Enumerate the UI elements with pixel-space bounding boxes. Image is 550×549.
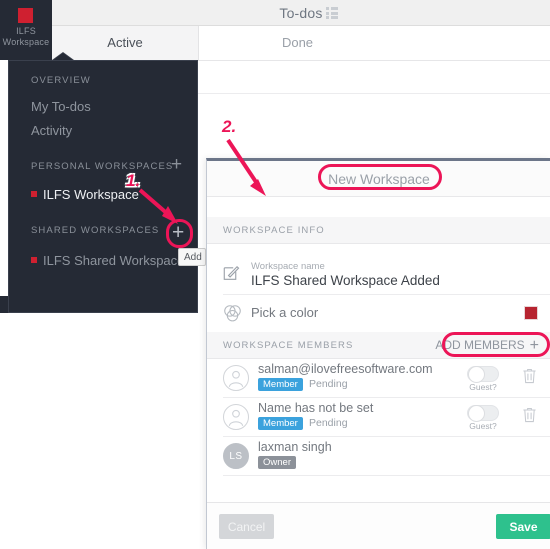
member-name: salman@ilovefreesoftware.com	[258, 362, 433, 376]
guest-toggle-label: Guest?	[469, 382, 497, 392]
annotation-marker-1: 1.	[126, 171, 141, 190]
sidebar-section-personal-workspaces: PERSONAL WORKSPACES	[31, 161, 174, 172]
status-badge: Owner	[258, 456, 296, 469]
section-header-members-text: WORKSPACE MEMBERS	[223, 340, 354, 351]
pick-color-label: Pick a color	[251, 305, 319, 320]
workspace-name-row[interactable]: Workspace name ILFS Shared Workspace Add…	[207, 256, 550, 295]
new-workspace-dialog: New Workspace WORKSPACE INFO Workspace n…	[206, 158, 550, 549]
table-row[interactable]: LS laxman singh Owner	[207, 437, 550, 475]
cancel-button[interactable]: Cancel	[219, 514, 274, 539]
add-members-label: Add Members	[435, 338, 525, 352]
sidebar-item-activity[interactable]: Activity	[31, 123, 72, 138]
avatar	[223, 404, 249, 430]
color-swatch[interactable]	[524, 306, 538, 320]
guest-toggle[interactable]	[467, 366, 499, 383]
sidebar-item-ilfs-workspace[interactable]: ILFS Workspace	[43, 187, 139, 202]
guest-toggle[interactable]	[467, 405, 499, 422]
workspace-logo-tile[interactable]: ILFS Workspace	[0, 0, 52, 60]
person-avatar-icon	[228, 409, 244, 426]
sidebar-section-overview: OVERVIEW	[31, 75, 91, 86]
app-header: To-dos	[52, 0, 550, 26]
edit-pencil-icon	[223, 265, 240, 280]
add-tooltip: Add	[178, 248, 206, 266]
person-avatar-icon	[228, 370, 244, 387]
dialog-header: New Workspace	[207, 161, 550, 197]
section-header-workspace-members: WORKSPACE MEMBERS Add Members +	[207, 332, 550, 359]
trash-icon[interactable]	[522, 368, 537, 384]
tab-done[interactable]: Done	[200, 26, 395, 60]
table-row[interactable]: Name has not be set Member Pending Guest…	[207, 398, 550, 436]
toggle-knob	[468, 405, 485, 422]
sidebar-section-shared-workspaces: SHARED WORKSPACES	[31, 225, 160, 236]
table-row[interactable]: salman@ilovefreesoftware.com Member Pend…	[207, 359, 550, 397]
add-personal-workspace-icon[interactable]: +	[171, 155, 182, 174]
status-badge: Member	[258, 378, 303, 391]
avatar	[223, 365, 249, 391]
workspace-logo-square	[18, 8, 33, 23]
tab-active[interactable]: Active	[52, 26, 199, 60]
screenshot-root: To-dos ILFS Workspace Active Done OVERVI…	[0, 0, 550, 549]
sidebar-item-my-todos[interactable]: My To-dos	[31, 99, 91, 114]
member-name: Name has not be set	[258, 401, 374, 415]
avatar: LS	[223, 443, 249, 469]
trash-icon[interactable]	[522, 407, 537, 423]
pick-color-row[interactable]: Pick a color	[207, 295, 550, 332]
status-badge: Member	[258, 417, 303, 430]
save-button[interactable]: Save	[496, 514, 550, 539]
annotation-marker-2: 2.	[222, 117, 237, 136]
workspace-name-value[interactable]: ILFS Shared Workspace Added	[251, 273, 440, 288]
workspace-name-label: Workspace name	[251, 261, 325, 272]
add-members-plus-icon: +	[529, 337, 539, 354]
row-divider	[223, 475, 550, 476]
workspace-logo-line2: Workspace	[2, 37, 50, 47]
member-status: Pending	[309, 378, 348, 390]
workspace-dot-personal	[31, 191, 37, 197]
guest-toggle-label: Guest?	[469, 421, 497, 431]
content-divider	[162, 93, 550, 94]
sidebar-item-ilfs-shared-workspace[interactable]: ILFS Shared Workspace	[43, 253, 184, 268]
grid-view-icon[interactable]	[326, 7, 338, 19]
member-name: laxman singh	[258, 440, 332, 454]
workspace-dot-shared	[31, 257, 37, 263]
section-header-workspace-info: WORKSPACE INFO	[207, 217, 550, 244]
dialog-title: New Workspace	[328, 171, 430, 187]
toggle-knob	[468, 366, 485, 383]
page-title: To-dos	[279, 5, 323, 21]
add-shared-workspace-icon[interactable]: +	[172, 222, 184, 243]
add-members-button[interactable]: Add Members +	[435, 332, 539, 359]
workspace-dropdown-panel: OVERVIEW My To-dos Activity PERSONAL WOR…	[8, 60, 198, 313]
color-circles-icon	[224, 305, 241, 322]
tab-bar: Active Done	[52, 26, 550, 60]
member-status: Pending	[309, 417, 348, 429]
workspace-logo-line1: ILFS	[16, 26, 36, 36]
dialog-footer: Cancel Save	[207, 502, 550, 549]
